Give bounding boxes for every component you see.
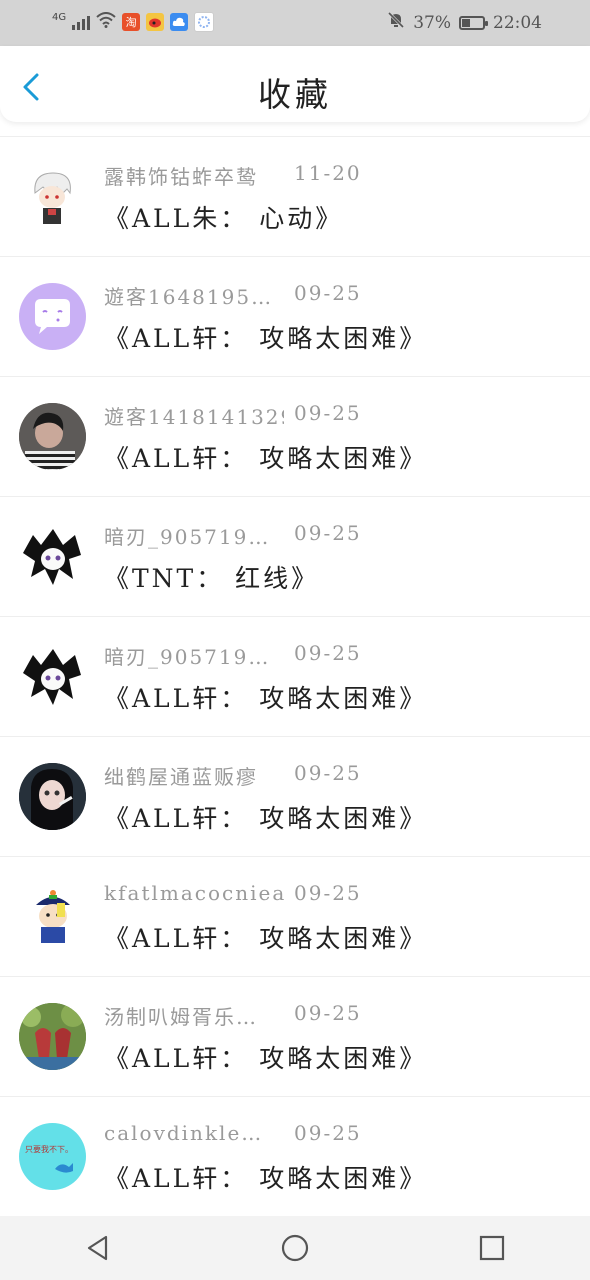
nav-back-button[interactable] [78, 1228, 118, 1268]
wifi-icon [96, 12, 116, 32]
list-item[interactable]: 露韩饰钴蚱卒鸷 11-20 《ALL朱： 心动》 [0, 136, 590, 257]
list-item[interactable]: kfatlmacocniea 09-25 《ALL轩： 攻略太困难》 [0, 857, 590, 977]
avatar-text: 只要我不下。 [25, 1144, 73, 1154]
item-date: 09-25 [294, 401, 362, 425]
username: 露韩饰钴蚱卒鸷 [104, 165, 258, 189]
avatar [19, 523, 86, 590]
list-item[interactable]: 只要我不下。 calovdinkle… 09-25 《ALL轩： 攻略太困难》 [0, 1097, 590, 1217]
work-title: 《ALL轩： 攻略太困难》 [104, 924, 428, 953]
username: 遊客1418141329 [104, 405, 284, 429]
avatar [19, 163, 86, 230]
list-item[interactable]: 汤制叭姆胥乐… 09-25 《ALL轩： 攻略太困难》 [0, 977, 590, 1097]
nav-home-button[interactable] [275, 1228, 315, 1268]
header: 收藏 [0, 46, 590, 122]
avatar [19, 763, 86, 830]
signal-icon [72, 14, 91, 30]
clock: 22:04 [493, 12, 542, 33]
item-date: 09-25 [294, 641, 362, 665]
home-circle-icon [281, 1234, 309, 1262]
work-title: 《TNT： 红线》 [104, 564, 320, 593]
username: calovdinkle… [104, 1121, 264, 1145]
avatar [19, 643, 86, 710]
avatar [19, 283, 86, 350]
network-type: 4G [52, 11, 67, 23]
work-title: 《ALL轩： 攻略太困难》 [104, 684, 428, 713]
username: 绌鹤屋通蓝贩瘳 [104, 765, 258, 789]
circle-app-icon [194, 12, 215, 32]
favorites-list: 露韩饰钴蚱卒鸷 11-20 《ALL朱： 心动》 遊客1648195… 09-25 … [0, 136, 590, 1217]
list-item[interactable]: 暗刃_905719… 09-25 《TNT： 红线》 [0, 497, 590, 617]
item-date: 09-25 [294, 761, 362, 785]
battery-icon [459, 15, 488, 30]
taobao-icon: 淘 [122, 13, 141, 31]
list-item[interactable]: 遊客1418141329 09-25 《ALL轩： 攻略太困难》 [0, 377, 590, 497]
cloud-icon [170, 13, 189, 31]
recent-square-icon [479, 1235, 504, 1261]
status-left: 4G 淘 [52, 11, 215, 32]
list-item[interactable]: 绌鹤屋通蓝贩瘳 09-25 《ALL轩： 攻略太困难》 [0, 737, 590, 857]
item-date: 09-25 [294, 281, 362, 305]
username: 汤制叭姆胥乐… [104, 1005, 258, 1029]
item-date: 09-25 [294, 881, 362, 905]
username: 遊客1648195… [104, 285, 274, 309]
item-date: 09-25 [294, 521, 362, 545]
back-triangle-icon [88, 1235, 108, 1261]
username: 暗刃_905719… [104, 525, 271, 549]
work-title: 《ALL轩： 攻略太困难》 [104, 1044, 428, 1073]
battery-percent: 37% [413, 12, 451, 33]
page-title: 收藏 [258, 75, 332, 114]
nav-recent-button[interactable] [472, 1228, 512, 1268]
mute-icon [387, 11, 405, 34]
avatar [19, 1003, 86, 1070]
item-date: 09-25 [294, 1001, 362, 1025]
system-nav-bar [0, 1216, 590, 1280]
username: 暗刃_905719… [104, 645, 271, 669]
work-title: 《ALL轩： 攻略太困难》 [104, 444, 428, 473]
username: kfatlmacocniea [104, 881, 284, 905]
avatar [19, 883, 86, 950]
avatar: 只要我不下。 [19, 1123, 86, 1190]
list-item[interactable]: 遊客1648195… 09-25 《ALL轩： 攻略太困难》 [0, 257, 590, 377]
item-date: 11-20 [294, 161, 362, 185]
item-date: 09-25 [294, 1121, 362, 1145]
avatar [19, 403, 86, 470]
work-title: 《ALL轩： 攻略太困难》 [104, 324, 428, 353]
work-title: 《ALL朱： 心动》 [104, 204, 344, 233]
status-right: 37% 22:04 [387, 11, 542, 34]
work-title: 《ALL轩： 攻略太困难》 [104, 804, 428, 833]
weibo-icon [146, 13, 165, 31]
status-bar: 4G 淘 37% 22:04 [0, 0, 590, 46]
list-item[interactable]: 暗刃_905719… 09-25 《ALL轩： 攻略太困难》 [0, 617, 590, 737]
work-title: 《ALL轩： 攻略太困难》 [104, 1164, 428, 1193]
